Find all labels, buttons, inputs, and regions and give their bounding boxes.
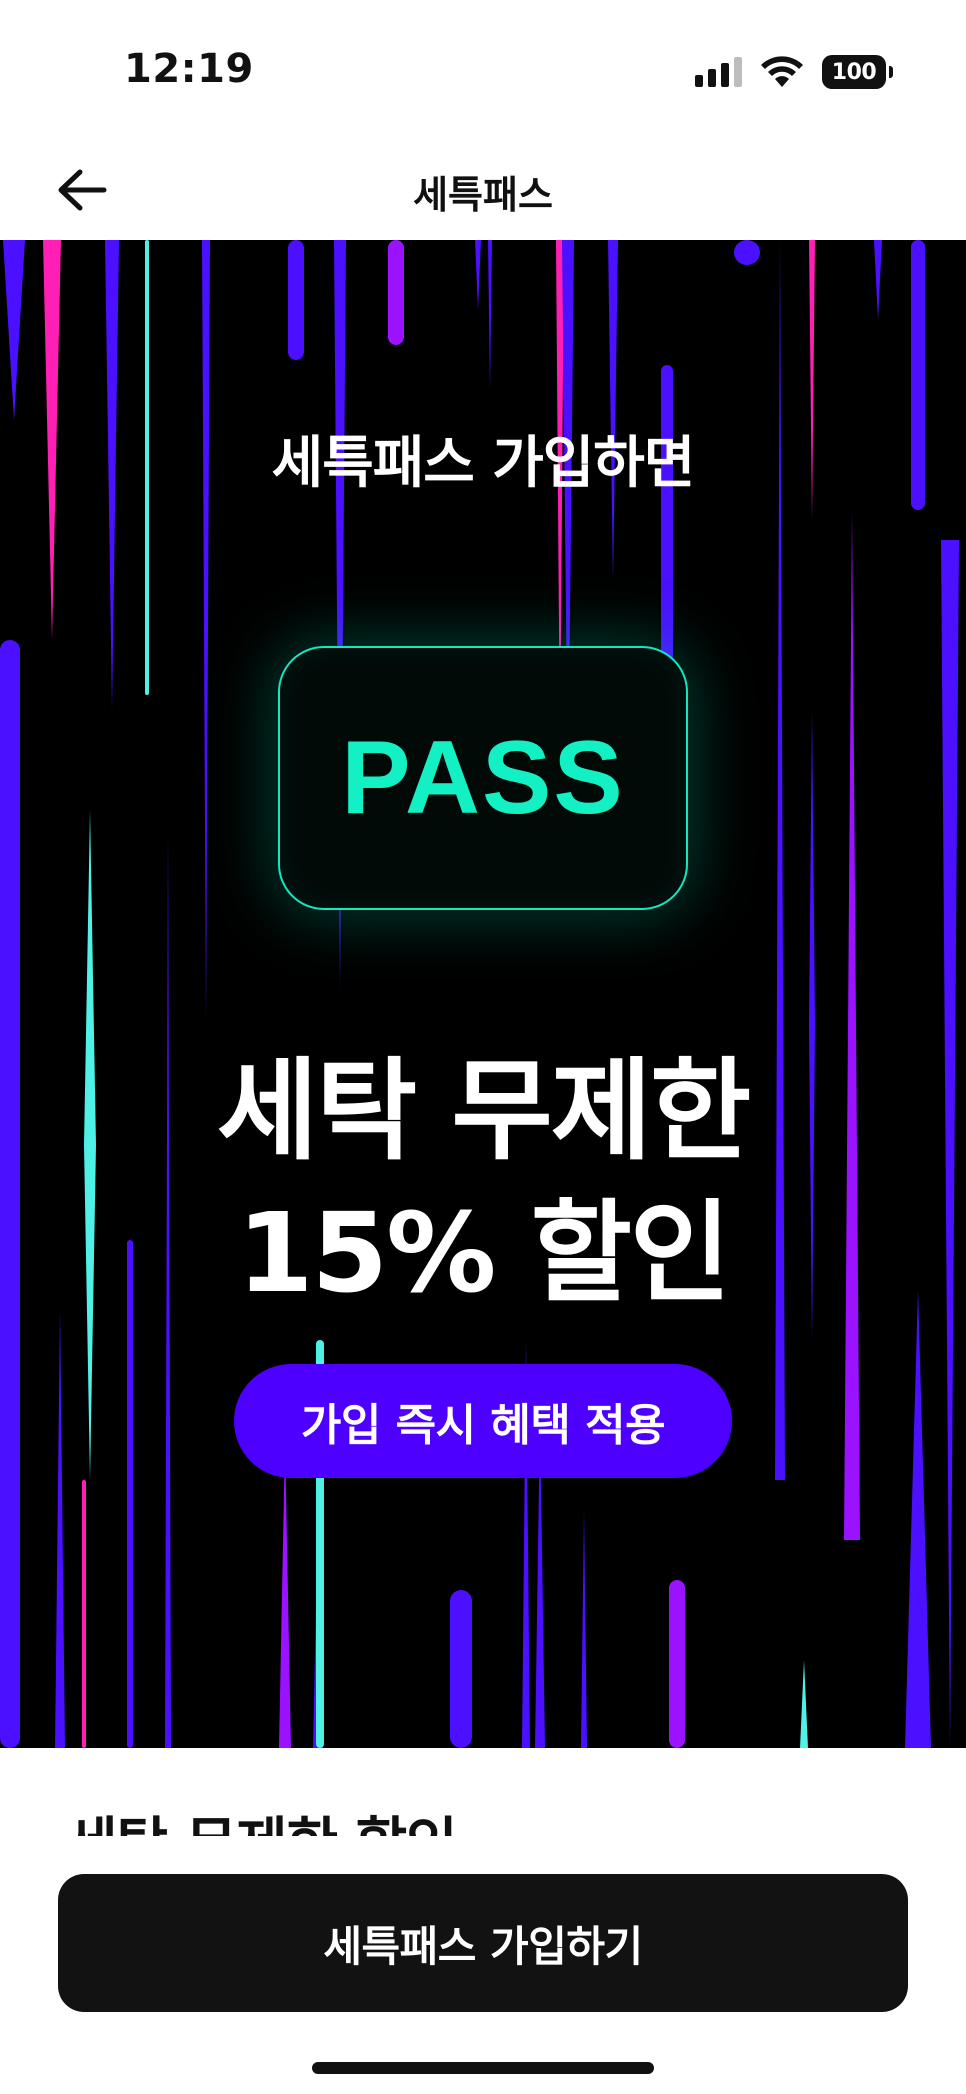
light-streak (3, 240, 25, 420)
join-pass-button[interactable]: 세특패스 가입하기 (58, 1874, 908, 2012)
light-streak (55, 1310, 65, 1748)
cellular-signal-icon (695, 57, 742, 87)
light-streak (734, 240, 760, 265)
light-streak (488, 240, 492, 390)
screen: 12:19 100 세특패스 세특패스 가입하면 PASS 세탁 무제한 15%… (0, 0, 966, 2094)
light-streak (581, 1510, 587, 1748)
light-streak (450, 1590, 472, 1748)
nav-bar: 세특패스 (0, 140, 966, 240)
status-icons: 100 (695, 52, 893, 92)
light-streak (388, 240, 404, 345)
pass-card-text: PASS (341, 719, 625, 836)
light-streak (475, 240, 481, 310)
battery-icon: 100 (822, 55, 893, 89)
wifi-icon (761, 56, 803, 87)
light-streak (905, 1290, 931, 1748)
status-bar: 12:19 100 (0, 0, 966, 140)
light-streak (279, 1440, 291, 1748)
hero-headline-line2: 15% 할인 (237, 1189, 731, 1317)
hero-subtitle: 세특패스 가입하면 (271, 431, 696, 496)
light-streak (202, 240, 210, 1020)
light-streak (288, 240, 304, 360)
hero-headline-line1: 세탁 무제한 (216, 1047, 751, 1175)
hero-banner: 세특패스 가입하면 PASS 세탁 무제한 15% 할인 가입 즉시 혜택 적용 (0, 240, 966, 1748)
light-streak (669, 1580, 685, 1748)
status-time: 12:19 (124, 46, 254, 92)
light-streak (874, 240, 882, 320)
light-streak (800, 1660, 808, 1748)
benefit-pill: 가입 즉시 혜택 적용 (234, 1364, 732, 1478)
home-indicator (312, 2062, 654, 2074)
battery-level: 100 (831, 59, 877, 85)
hero-headline: 세탁 무제한 15% 할인 (0, 1040, 966, 1324)
pass-card: PASS (278, 646, 688, 910)
light-streak (844, 510, 860, 1540)
light-streak (82, 1480, 86, 1748)
light-streak (608, 240, 618, 580)
cta-container: 세특패스 가입하기 (0, 1836, 966, 2094)
page-title: 세특패스 (413, 173, 553, 217)
